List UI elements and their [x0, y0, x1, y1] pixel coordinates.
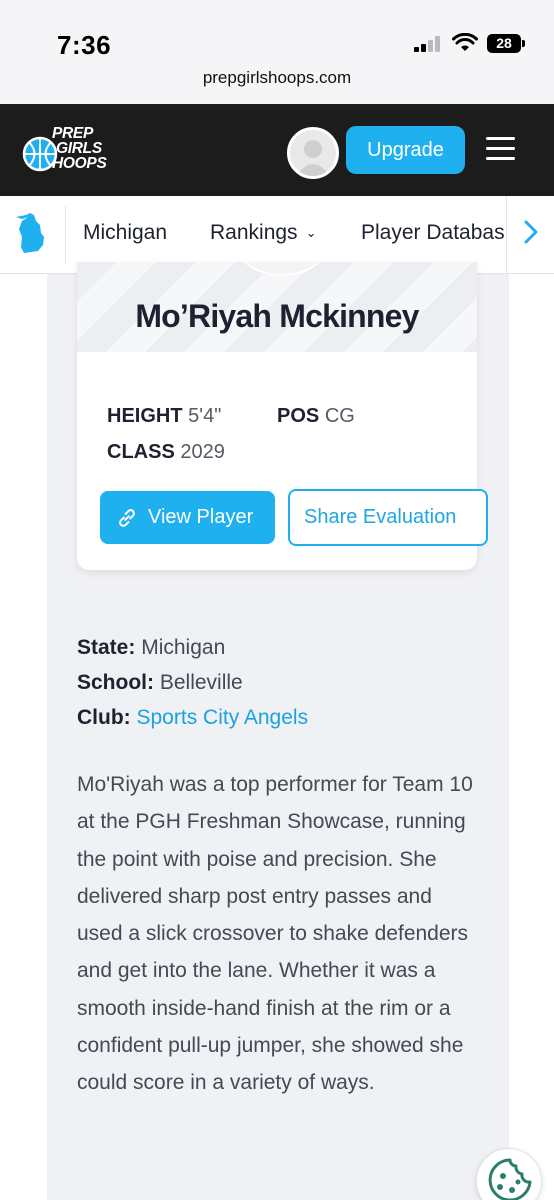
- chevron-right-icon: [524, 220, 538, 244]
- logo-text: PREP GIRLS HOOPS: [52, 125, 107, 172]
- battery-nub: [522, 40, 525, 47]
- class-value: 2029: [180, 441, 225, 463]
- cookie-icon: [488, 1158, 532, 1200]
- nav-item-label: Michigan: [83, 221, 168, 244]
- height-label: HEIGHT: [107, 405, 183, 427]
- browser-url-bar[interactable]: prepgirlshoops.com: [0, 66, 554, 104]
- share-evaluation-button[interactable]: Share Evaluation: [288, 489, 488, 546]
- nav-item-player-database[interactable]: Player Databas: [361, 221, 505, 245]
- wifi-icon: [452, 33, 478, 51]
- menu-icon[interactable]: [486, 137, 515, 161]
- logo-line-girls: GIRLS: [56, 140, 102, 157]
- cellular-signal-icon: [414, 36, 440, 52]
- chevron-down-icon: ⌄: [305, 225, 317, 241]
- view-player-button[interactable]: View Player: [100, 491, 275, 544]
- nav-divider: [65, 206, 66, 264]
- nav-item-michigan[interactable]: Michigan: [83, 221, 167, 245]
- state-value: Michigan: [141, 636, 226, 659]
- view-player-label: View Player: [148, 506, 254, 528]
- prep-girls-hoops-logo[interactable]: PREP GIRLS HOOPS: [22, 126, 114, 178]
- class-label: CLASS: [107, 441, 175, 463]
- site-header: PREP GIRLS HOOPS Upgrade: [0, 104, 554, 196]
- logo-line-prep: PREP: [52, 125, 94, 142]
- battery-icon: 28: [487, 34, 521, 53]
- club-label: Club:: [77, 706, 131, 729]
- player-name: Mo’Riyah Mckinney: [135, 298, 419, 334]
- school-detail: School: Belleville: [77, 671, 243, 695]
- user-silhouette-icon: [296, 140, 330, 176]
- pos-label: POS: [277, 405, 320, 427]
- michigan-state-icon[interactable]: [14, 213, 54, 255]
- nav-item-rankings[interactable]: Rankings ⌄: [210, 221, 316, 245]
- evaluation-text: Mo'Riyah was a top performer for Team 10…: [77, 773, 473, 1095]
- logo-line-hoops: HOOPS: [52, 155, 107, 172]
- status-bar: 7:36 28: [0, 0, 554, 66]
- player-photo: [237, 262, 327, 276]
- height-stat: HEIGHT 5'4": [107, 405, 221, 428]
- position-stat: POS CG: [277, 405, 355, 428]
- school-value: Belleville: [159, 671, 243, 694]
- user-avatar[interactable]: [287, 127, 339, 179]
- state-label: State:: [77, 636, 136, 659]
- class-stat: CLASS 2029: [107, 441, 225, 464]
- status-time: 7:36: [57, 30, 112, 60]
- school-label: School:: [77, 671, 154, 694]
- nav-scroll-right[interactable]: [506, 196, 554, 273]
- height-value: 5'4": [188, 405, 222, 427]
- state-detail: State: Michigan: [77, 636, 225, 660]
- link-icon: [119, 509, 135, 527]
- nav-item-label: Player Databas: [361, 221, 505, 244]
- cookie-settings-button[interactable]: [476, 1148, 542, 1200]
- upgrade-button[interactable]: Upgrade: [346, 126, 465, 174]
- pos-value: CG: [324, 405, 355, 427]
- club-link[interactable]: Sports City Angels: [137, 706, 309, 729]
- url-text[interactable]: prepgirlshoops.com: [0, 68, 554, 88]
- nav-item-label: Rankings: [210, 221, 298, 244]
- club-detail: Club: Sports City Angels: [77, 706, 308, 730]
